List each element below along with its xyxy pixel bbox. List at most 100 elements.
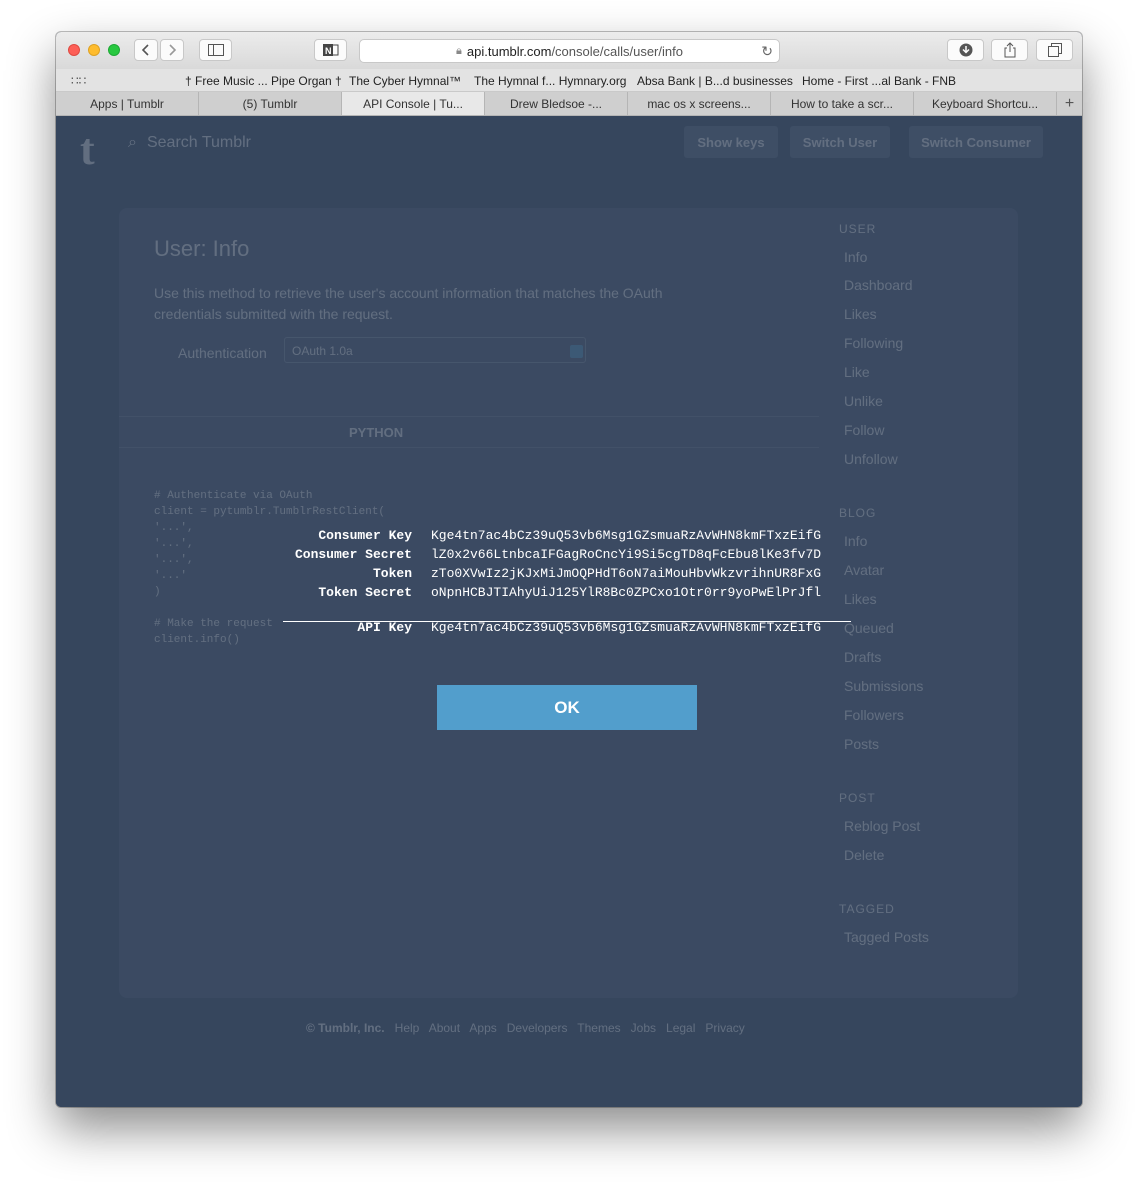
- sidebar-item-user-likes[interactable]: Likes: [844, 306, 877, 322]
- sidebar-item-delete[interactable]: Delete: [844, 847, 884, 863]
- lock-icon: 🔒︎: [456, 44, 462, 57]
- key-row: Consumer Secret lZ0x2v66LtnbcaIFGagRoCnc…: [283, 547, 853, 566]
- consumer-secret-label: Consumer Secret: [294, 547, 412, 562]
- sidebar-heading-post: POST: [839, 791, 876, 805]
- method-description: Use this method to retrieve the user's a…: [154, 285, 663, 322]
- authentication-select[interactable]: OAuth 1.0a: [284, 337, 586, 363]
- sidebar-item-tagged-posts[interactable]: Tagged Posts: [844, 929, 929, 945]
- sidebar-item-posts[interactable]: Posts: [844, 736, 879, 752]
- sidebar-icon: [207, 44, 224, 56]
- tab-tumblr[interactable]: (5) Tumblr: [199, 92, 342, 115]
- download-icon: [959, 43, 972, 57]
- browser-window: N 🔒︎ api.tumblr.com/console/calls/user/i…: [56, 32, 1082, 1107]
- footer-link[interactable]: Apps: [469, 1021, 496, 1035]
- token-secret-value: oNpnHCBJTIAhyUiJ125YlR8Bc0ZPCxo1Otr0rr9y…: [431, 585, 822, 600]
- address-bar[interactable]: 🔒︎ api.tumblr.com/console/calls/user/inf…: [359, 39, 780, 63]
- new-tab-button[interactable]: +: [1057, 92, 1082, 115]
- footer-link[interactable]: Jobs: [631, 1021, 656, 1035]
- sidebar-item-unfollow[interactable]: Unfollow: [844, 451, 898, 467]
- svg-text:N: N: [325, 46, 332, 56]
- footer-link[interactable]: Themes: [577, 1021, 620, 1035]
- key-row: Token zTo0XVwIz2jKJxMiJmOQPHdT6oN7aiMouH…: [283, 566, 853, 585]
- select-arrow-icon: [570, 345, 583, 358]
- tab-keyboard-shortcuts[interactable]: Keyboard Shortcu...: [914, 92, 1057, 115]
- bookmarks-bar: ∷∷ † Free Music ... Pipe Organ † The Cyb…: [56, 69, 1082, 92]
- tabs-overview-icon: [1047, 43, 1062, 57]
- downloads-button[interactable]: [947, 39, 984, 61]
- onenote-icon: N: [322, 44, 338, 56]
- share-icon: [1004, 42, 1015, 58]
- token-value: zTo0XVwIz2jKJxMiJmOQPHdT6oN7aiMouHbvWkzv…: [431, 566, 822, 581]
- maximize-window-button[interactable]: [108, 44, 120, 56]
- footer-copyright: © Tumblr, Inc.: [306, 1021, 385, 1035]
- search-placeholder: Search Tumblr: [146, 134, 252, 151]
- key-row: Token Secret oNpnHCBJTIAhyUiJ125YlR8Bc0Z…: [283, 585, 853, 604]
- sidebar-item-submissions[interactable]: Submissions: [844, 678, 923, 694]
- sidebar-item-unlike[interactable]: Unlike: [844, 393, 883, 409]
- tab-mac-os-screens[interactable]: mac os x screens...: [628, 92, 771, 115]
- show-keys-button[interactable]: Show keys: [684, 126, 778, 158]
- bookmark-item[interactable]: The Hymnal f... Hymnary.org: [474, 74, 626, 88]
- tab-apps-tumblr[interactable]: Apps | Tumblr: [56, 92, 199, 115]
- switch-consumer-button[interactable]: Switch Consumer: [909, 126, 1043, 158]
- page-content: t ⌕ Search Tumblr Show keys Switch User S…: [56, 116, 1082, 1107]
- language-tab-python[interactable]: PYTHON: [349, 425, 403, 440]
- sidebar-item-user-info[interactable]: Info: [844, 249, 867, 265]
- search-icon: ⌕: [128, 134, 137, 151]
- footer-link[interactable]: Help: [395, 1021, 420, 1035]
- show-all-tabs-button[interactable]: [1036, 39, 1073, 61]
- authentication-label: Authentication: [178, 345, 267, 361]
- sidebar-item-following[interactable]: Following: [844, 335, 903, 351]
- sidebar-toggle-button[interactable]: [199, 39, 232, 61]
- back-button[interactable]: [134, 39, 158, 61]
- tab-drew-bledsoe[interactable]: Drew Bledsoe -...: [485, 92, 628, 115]
- footer-link[interactable]: About: [429, 1021, 460, 1035]
- key-row: Consumer Key Kge4tn7ac4bCz39uQ53vb6Msg1G…: [283, 528, 853, 547]
- ok-button[interactable]: OK: [437, 685, 697, 730]
- minimize-window-button[interactable]: [88, 44, 100, 56]
- api-key-value: Kge4tn7ac4bCz39uQ53vb6Msg1GZsmuaRzAvWHN8…: [431, 620, 822, 635]
- bookmark-item[interactable]: Absa Bank | B...d businesses: [637, 74, 793, 88]
- footer-link[interactable]: Legal: [666, 1021, 695, 1035]
- consumer-secret-value: lZ0x2v66LtnbcaIFGagRoCncYi9Si5cgTD8qFcEb…: [431, 547, 822, 562]
- token-label: Token: [372, 566, 412, 581]
- key-row: API Key Kge4tn7ac4bCz39uQ53vb6Msg1GZsmua…: [283, 620, 853, 639]
- sidebar-heading-blog: BLOG: [839, 506, 877, 520]
- bookmark-item[interactable]: The Cyber Hymnal™: [349, 74, 461, 88]
- footer-link[interactable]: Privacy: [705, 1021, 744, 1035]
- api-key-label: API Key: [357, 620, 412, 635]
- sidebar-item-dashboard[interactable]: Dashboard: [844, 277, 913, 293]
- browser-toolbar: N 🔒︎ api.tumblr.com/console/calls/user/i…: [56, 32, 1082, 69]
- close-window-button[interactable]: [68, 44, 80, 56]
- token-secret-label: Token Secret: [318, 585, 412, 600]
- consumer-key-value: Kge4tn7ac4bCz39uQ53vb6Msg1GZsmuaRzAvWHN8…: [431, 528, 822, 543]
- tab-how-to-screenshot[interactable]: How to take a scr...: [771, 92, 914, 115]
- sidebar-item-drafts[interactable]: Drafts: [844, 649, 881, 665]
- code-line: # Authenticate via OAuth: [154, 490, 313, 502]
- reload-icon[interactable]: ↻: [761, 43, 773, 60]
- tab-bar: Apps | Tumblr (5) Tumblr API Console | T…: [56, 92, 1082, 116]
- url-domain: api.tumblr.com: [466, 43, 552, 59]
- top-sites-grid-icon[interactable]: ∷∷: [71, 74, 86, 88]
- code-line: client = pytumblr.TumblrRestClient(: [154, 506, 386, 518]
- tumblr-logo[interactable]: t: [80, 124, 95, 175]
- tab-api-console[interactable]: API Console | Tu...: [342, 92, 485, 115]
- search-box[interactable]: ⌕ Search Tumblr: [128, 134, 251, 152]
- share-button[interactable]: [991, 39, 1028, 61]
- sidebar-heading-tagged: TAGGED: [839, 902, 895, 916]
- bookmark-item[interactable]: † Free Music ... Pipe Organ †: [185, 74, 342, 88]
- url-path: /console/calls/user/info: [551, 43, 683, 59]
- chevron-left-icon: [141, 44, 149, 56]
- page-footer: © Tumblr, Inc. Help About Apps Developer…: [306, 1021, 745, 1035]
- sidebar-item-follow[interactable]: Follow: [844, 422, 884, 438]
- footer-link[interactable]: Developers: [507, 1021, 568, 1035]
- switch-user-button[interactable]: Switch User: [790, 126, 890, 158]
- sidebar-item-reblog-post[interactable]: Reblog Post: [844, 818, 920, 834]
- onenote-extension-button[interactable]: N: [314, 39, 347, 61]
- forward-button[interactable]: [160, 39, 184, 61]
- sidebar-item-followers[interactable]: Followers: [844, 707, 904, 723]
- sidebar-item-like[interactable]: Like: [844, 364, 870, 380]
- chevron-right-icon: [169, 44, 177, 56]
- consumer-key-label: Consumer Key: [318, 528, 412, 543]
- bookmark-item[interactable]: Home - First ...al Bank - FNB: [802, 74, 956, 88]
